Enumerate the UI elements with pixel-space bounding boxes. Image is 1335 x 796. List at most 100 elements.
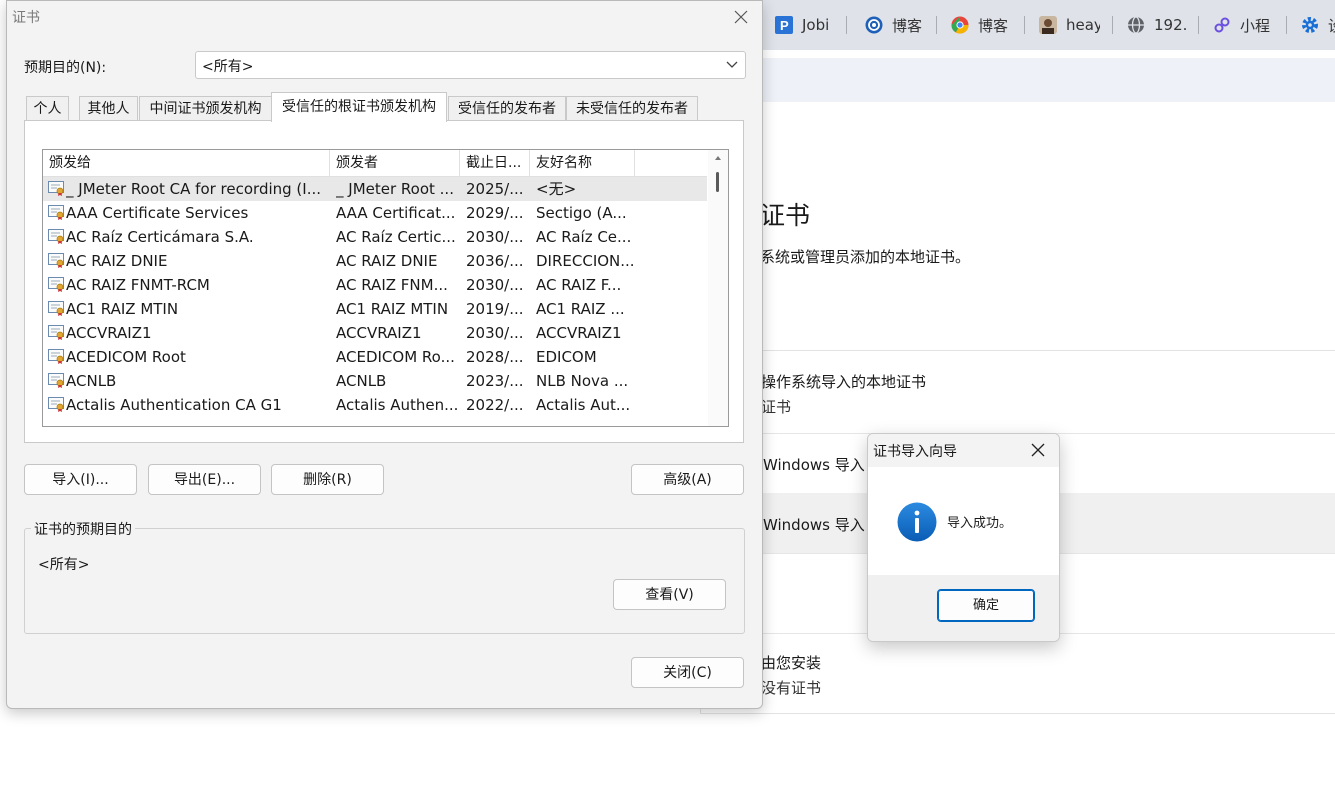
cell-issued-by: Actalis Authen... [336,396,459,414]
tab-separator [846,16,847,34]
cell-expires: 2030/... [466,276,524,294]
cell-issued-by: AAA Certificat... [336,204,456,222]
browser-tab[interactable]: 小程 [1212,10,1274,40]
cell-friendly: NLB Nova ... [536,372,629,390]
dialog-title: 证书 [12,10,40,26]
close-icon [1031,443,1045,457]
cell-issued-to: AC RAIZ DNIE [66,252,168,270]
user-installed-label[interactable]: 由您安装 [761,652,821,673]
certificate-list[interactable]: 颁发给 颁发者 截止日... 友好名称 _ JMeter Root CA for… [42,149,729,427]
table-row[interactable]: AC RAIZ DNIE AC RAIZ DNIE 2036/... DIRECCIO… [43,249,707,273]
table-row[interactable]: AC Raíz Certicámara S.A. AC Raíz Certic..… [43,225,707,249]
intended-purpose-value: <所有> [202,59,254,75]
table-row[interactable]: ACEDICOM Root ACEDICOM Ro... 2028/... EDICO… [43,345,707,369]
cell-issued-to: Actalis Authentication CA G1 [66,396,282,414]
tab-panel: 颁发给 颁发者 截止日... 友好名称 _ JMeter Root CA for… [24,120,744,443]
import-button[interactable]: 导入(I)... [24,464,137,495]
table-row[interactable]: ACCVRAIZ1 ACCVRAIZ1 2030/... ACCVRAIZ1 [43,321,707,345]
cell-friendly: <无> [536,180,577,198]
popup-titlebar: 证书导入向导 [868,434,1059,467]
browser-tab[interactable]: 博客 [864,10,926,40]
gear-icon [1300,15,1320,35]
cell-expires: 2028/... [466,348,524,366]
chrome-icon [950,15,970,35]
cell-issued-by: AC1 RAIZ MTIN [336,300,449,318]
cell-issued-to: _ JMeter Root CA for recording (I... [66,180,322,198]
cell-expires: 2019/... [466,300,524,318]
tab-personal[interactable]: 个人 [26,96,69,121]
link-icon [1212,15,1232,35]
tab-other-people[interactable]: 其他人 [79,96,138,121]
browser-tab[interactable]: heay [1038,10,1100,40]
certificate-icon [48,229,64,244]
remove-button[interactable]: 删除(R) [271,464,384,495]
popup-close-button[interactable] [1028,440,1048,460]
cell-issued-by: AC Raíz Certic... [336,228,456,246]
browser-tab[interactable]: 博客 [950,10,1012,40]
svg-text:P: P [780,18,789,33]
address-bar-area[interactable] [760,58,1335,102]
chevron-down-icon [726,61,738,68]
intended-purposes-legend: 证书的预期目的 [31,519,135,539]
table-row[interactable]: AC1 RAIZ MTIN AC1 RAIZ MTIN 2019/... AC1 RA… [43,297,707,321]
export-button[interactable]: 导出(E)... [148,464,261,495]
cell-issued-by: ACEDICOM Ro... [336,348,455,366]
vertical-scrollbar[interactable] [708,150,728,426]
settings-description: 系统或管理员添加的本地证书。 [760,248,971,266]
tab-separator [1024,16,1025,34]
column-issued-by[interactable]: 颁发者 [330,150,460,176]
cell-friendly: ACCVRAIZ1 [536,324,622,342]
globe-icon [1126,15,1146,35]
cell-issued-by: ACNLB [336,372,387,390]
cell-expires: 2036/... [466,252,524,270]
certificate-icon [48,325,64,340]
close-icon [734,10,748,24]
cell-issued-to: AAA Certificate Services [66,204,249,222]
table-row[interactable]: Actalis Authentication CA G1 Actalis Auth… [43,393,707,417]
table-row[interactable]: ACNLB ACNLB 2023/... NLB Nova ... [43,369,707,393]
browser-tab[interactable]: P Jobi [774,10,844,40]
tab-intermediate-ca[interactable]: 中间证书颁发机构 [139,96,272,121]
cell-friendly: AC1 RAIZ ... [536,300,625,318]
browser-tab-strip: P Jobi 博客 博客 heay 192. 小程 设 [760,0,1335,50]
tab-trusted-publishers[interactable]: 受信任的发布者 [448,96,566,121]
user-installed-sub: 没有证书 [761,679,822,697]
cell-expires: 2022/... [466,396,524,414]
column-expiration[interactable]: 截止日... [460,150,530,176]
scroll-thumb[interactable] [716,172,719,192]
tab-untrusted-publishers[interactable]: 未受信任的发布者 [566,96,698,121]
popup-title: 证书导入向导 [873,444,957,460]
tab-trusted-root-ca[interactable]: 受信任的根证书颁发机构 [271,92,447,122]
cnblogs-icon [864,15,884,35]
cell-expires: 2023/... [466,372,524,390]
tab-separator [936,16,937,34]
os-imported-label[interactable]: 操作系统导入的本地证书 [761,371,926,392]
settings-title: 证书 [760,201,811,230]
table-row[interactable]: AC RAIZ FNMT-RCM AC RAIZ FNM... 2030/... AC… [43,273,707,297]
certificate-icon [48,181,64,196]
import-success-dialog: 证书导入向导 导入成功。 确定 [867,433,1060,642]
windows-import-row[interactable]: Windows 导入 [763,514,865,535]
certificate-icon [48,349,64,364]
table-row[interactable]: _ JMeter Root CA for recording (I... _ JM… [43,177,707,201]
column-issued-to[interactable]: 颁发给 [43,150,330,176]
column-friendly-name[interactable]: 友好名称 [530,150,635,176]
view-button[interactable]: 查看(V) [613,579,726,610]
intended-purpose-select[interactable]: <所有> [195,51,746,79]
browser-tab[interactable]: 设 [1300,10,1335,40]
cell-issued-to: ACCVRAIZ1 [66,324,152,342]
browser-tab[interactable]: 192. [1126,10,1188,40]
certificate-icon [48,301,64,316]
close-button[interactable]: 关闭(C) [631,657,744,688]
dialog-close-button[interactable] [729,5,753,29]
scroll-up-arrow-icon[interactable] [715,156,721,160]
windows-import-row[interactable]: Windows 导入 [763,454,865,475]
p-logo-icon: P [774,15,794,35]
info-icon [897,502,937,542]
ok-button[interactable]: 确定 [937,589,1035,622]
advanced-button[interactable]: 高级(A) [631,464,744,495]
table-row[interactable]: AAA Certificate Services AAA Certificat..… [43,201,707,225]
certificate-dialog: 证书 预期目的(N): <所有> 个人 其他人 中间证书颁发机构 受信任的根证书… [6,0,763,709]
certificate-icon [48,205,64,220]
cell-issued-to: ACNLB [66,372,117,390]
